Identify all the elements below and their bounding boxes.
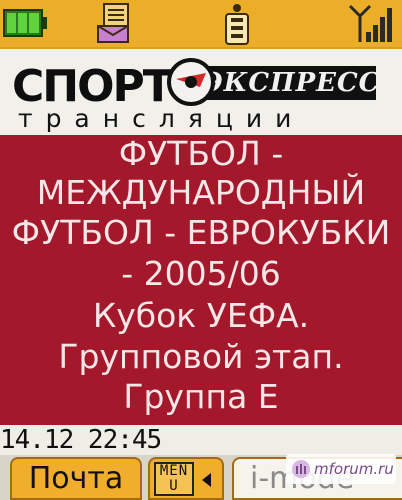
content-line: - 2005/06 [121, 254, 281, 293]
sim-card-icon [225, 4, 249, 45]
status-bar [0, 0, 402, 49]
content-line: МЕЖДУНАРОДНЫЙ [36, 173, 366, 212]
broadcast-content: ФУТБОЛ - МЕЖДУНАРОДНЫЙ ФУТБОЛ - ЕВРОКУБК… [0, 134, 402, 425]
mail-softkey[interactable]: Почта [10, 457, 142, 500]
arrow-left-icon [202, 473, 211, 487]
signal-strength-icon [348, 4, 392, 42]
content-line: Группа Е [123, 377, 279, 416]
battery-icon [3, 9, 47, 37]
mail-icon [97, 3, 129, 43]
logo-express-text: ЭКСПРЕСС [202, 68, 381, 98]
watermark-text: mforum.ru [314, 460, 394, 478]
watermark: mforum.ru [286, 454, 396, 484]
content-line: Групповой этап. [58, 337, 344, 376]
content-line: ФУТБОЛ - ЕВРОКУБКИ [11, 213, 391, 252]
menu-label: MENU [159, 463, 189, 494]
mail-softkey-label: Почта [28, 461, 124, 496]
logo-sport-text: СПОРТ [12, 61, 173, 112]
logo-express-banner: ЭКСПРЕСС [202, 66, 381, 100]
datetime-bar: 14.12 22:45 [0, 425, 402, 455]
content-line: ФУТБОЛ - [118, 134, 284, 173]
menu-softkey[interactable]: MENU [148, 457, 224, 500]
sport-express-logo: СПОРТ ЭКСПРЕСС трансляции [0, 49, 402, 135]
content-line: Кубок УЕФА. [92, 296, 310, 335]
menu-icon: MENU [154, 462, 194, 496]
watermark-logo-icon [292, 460, 310, 478]
datetime: 14.12 22:45 [0, 425, 162, 455]
logo-subtitle: трансляции [18, 104, 305, 133]
phone-screen: СПОРТ ЭКСПРЕСС трансляции ФУТБОЛ - МЕЖДУ… [0, 0, 402, 500]
logo-emblem-icon [167, 58, 215, 106]
